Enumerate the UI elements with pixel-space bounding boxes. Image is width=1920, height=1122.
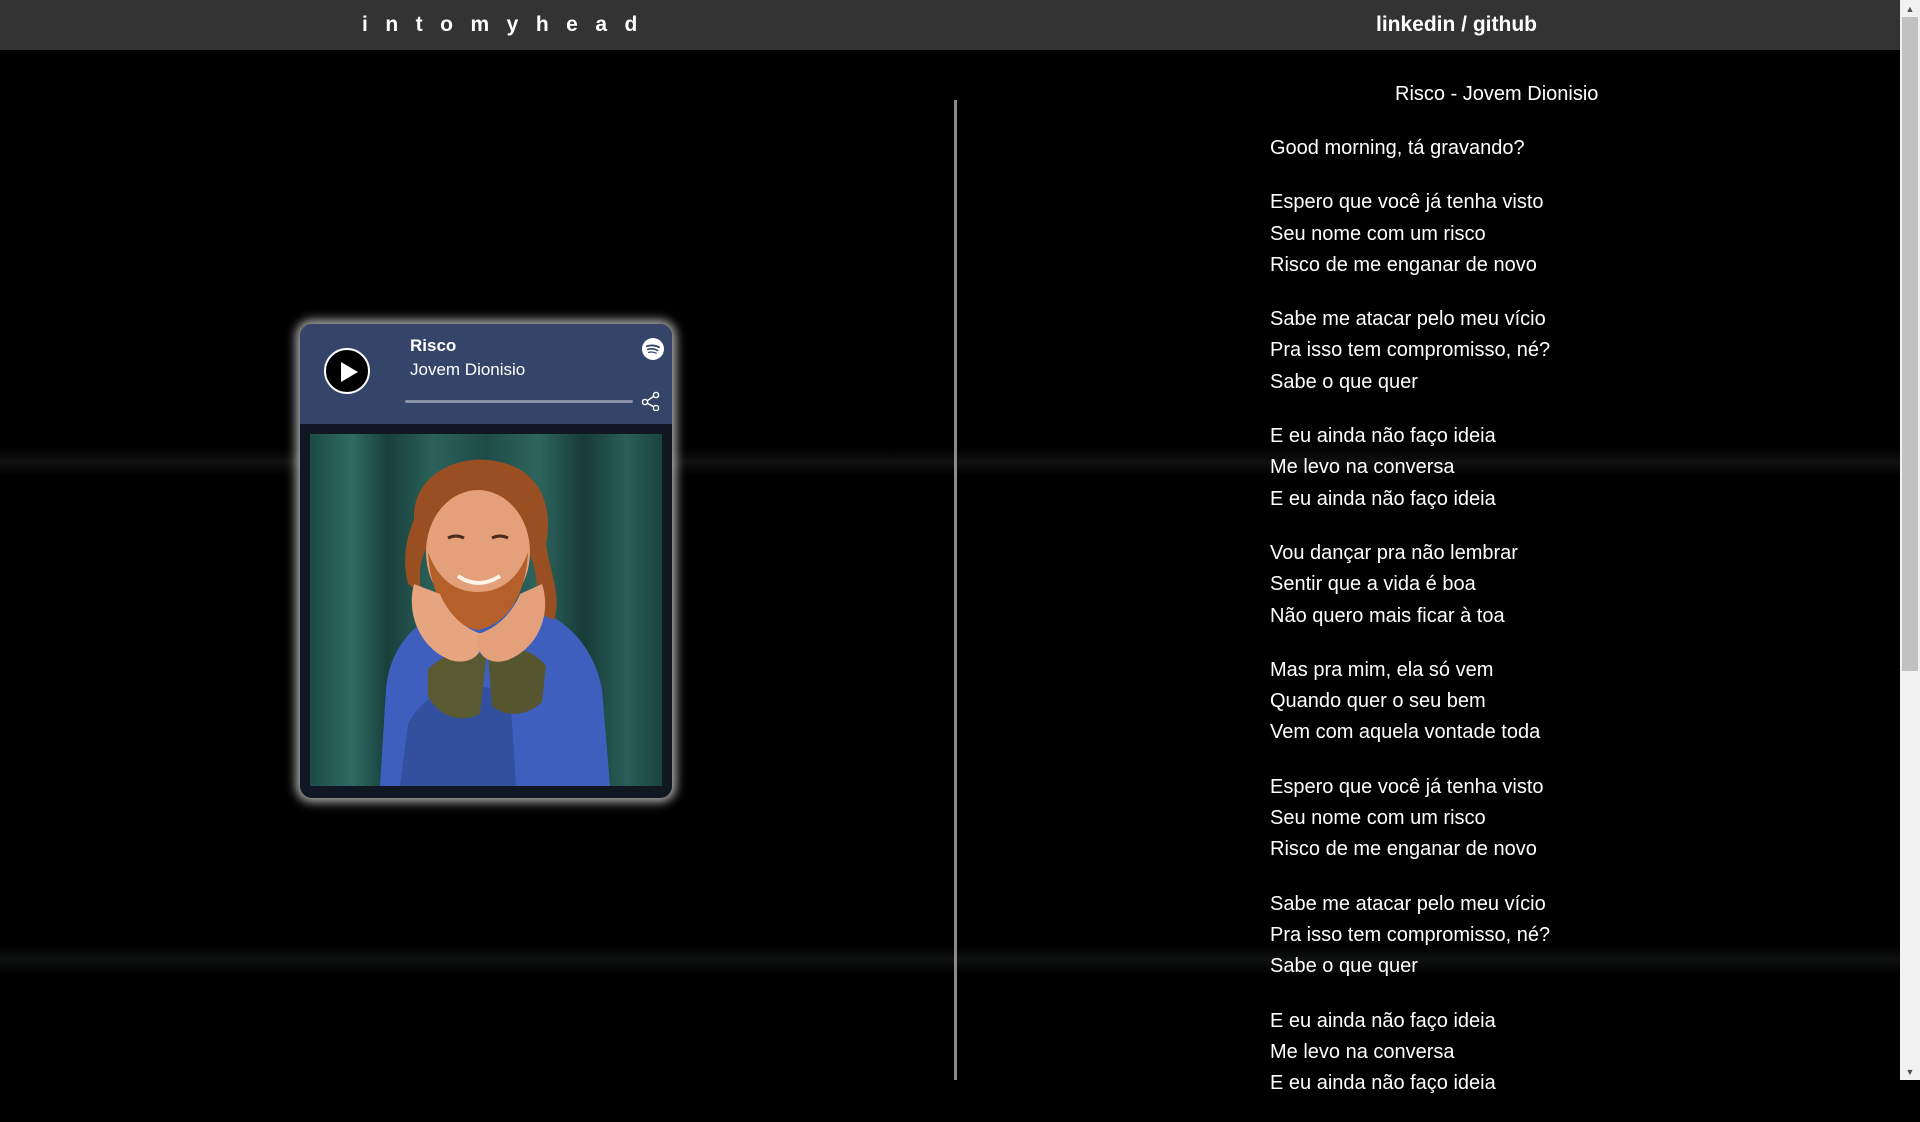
lyrics-stanza: E eu ainda não faço ideia Me levo na conv… <box>1270 421 1770 515</box>
lyrics-line: Me levo na conversa <box>1270 456 1455 479</box>
lyrics-line: Sabe o que quer <box>1270 370 1418 393</box>
lyrics-line: Espero que você já tenha visto <box>1270 775 1544 798</box>
track-artist[interactable]: Jovem Dionisio <box>410 360 525 380</box>
lyrics-stanza: Good morning, tá gravando? <box>1270 133 1770 164</box>
vertical-divider <box>954 100 957 1080</box>
lyrics-line: E eu ainda não faço ideia <box>1270 1009 1496 1032</box>
player-header: Risco Jovem Dionisio <box>300 324 672 424</box>
share-icon[interactable] <box>641 391 661 411</box>
album-cover-image <box>310 434 662 786</box>
lyrics-stanza: Espero que você já tenha visto Seu nome c… <box>1270 772 1770 866</box>
lyrics-line: Quando quer o seu bem <box>1270 690 1486 713</box>
lyrics-stanza: Espero que você já tenha visto Seu nome c… <box>1270 187 1770 281</box>
lyrics-stanza: E eu ainda não faço ideia Me levo na conv… <box>1270 1006 1770 1100</box>
lyrics-line: Risco de me enganar de novo <box>1270 838 1537 861</box>
lyrics-stanza: Sabe me atacar pelo meu vício Pra isso te… <box>1270 304 1770 398</box>
scroll-up-arrow[interactable]: ▲ <box>1900 0 1920 17</box>
play-button[interactable] <box>324 348 370 394</box>
track-title[interactable]: Risco <box>410 336 456 356</box>
lyrics-stanza: Sabe me atacar pelo meu vício Pra isso te… <box>1270 889 1770 983</box>
top-navbar: intomyhead linkedin / github <box>0 0 1900 50</box>
lyrics-line: Não quero mais ficar à toa <box>1270 604 1505 627</box>
spotify-icon[interactable] <box>642 338 664 360</box>
site-brand[interactable]: intomyhead <box>362 13 655 37</box>
lyrics-line: Espero que você já tenha visto <box>1270 191 1544 214</box>
lyrics-line: Me levo na conversa <box>1270 1040 1455 1063</box>
lyrics-line: Sentir que a vida é boa <box>1270 573 1476 596</box>
scroll-down-arrow[interactable]: ▼ <box>1900 1063 1920 1080</box>
lyrics-stanza: Mas pra mim, ela só vem Quando quer o seu… <box>1270 655 1770 749</box>
spotify-embed-player: Risco Jovem Dionisio <box>300 324 672 798</box>
play-icon <box>341 362 358 382</box>
social-links[interactable]: linkedin / github <box>1376 13 1537 37</box>
lyrics-stanza: Vou dançar pra não lembrar Sentir que a v… <box>1270 538 1770 632</box>
lyrics-line: Vem com aquela vontade toda <box>1270 721 1541 744</box>
lyrics-line: Seu nome com um risco <box>1270 807 1486 830</box>
lyrics-line: Pra isso tem compromisso, né? <box>1270 923 1551 946</box>
lyrics-line: Sabe o que quer <box>1270 955 1418 978</box>
lyrics-line: Mas pra mim, ela só vem <box>1270 658 1494 681</box>
lyrics-panel: Good morning, tá gravando? Espero que voc… <box>1270 133 1770 1122</box>
lyrics-line: E eu ainda não faço ideia <box>1270 425 1496 448</box>
lyrics-line: Vou dançar pra não lembrar <box>1270 541 1518 564</box>
lyrics-line: Sabe me atacar pelo meu vício <box>1270 892 1546 915</box>
page-scrollbar[interactable]: ▲ ▼ <box>1900 0 1920 1080</box>
lyrics-line: Good morning, tá gravando? <box>1270 137 1525 159</box>
lyrics-line: Risco de me enganar de novo <box>1270 253 1537 276</box>
lyrics-line: E eu ainda não faço ideia <box>1270 1072 1496 1095</box>
lyrics-line: E eu ainda não faço ideia <box>1270 487 1496 510</box>
progress-bar[interactable] <box>405 400 633 403</box>
lyrics-line: Sabe me atacar pelo meu vício <box>1270 308 1546 331</box>
lyrics-line: Pra isso tem compromisso, né? <box>1270 339 1551 362</box>
scrollbar-thumb[interactable] <box>1902 17 1918 671</box>
lyrics-heading: Risco - Jovem Dionisio <box>1395 83 1599 105</box>
lyrics-line: Seu nome com um risco <box>1270 222 1486 245</box>
